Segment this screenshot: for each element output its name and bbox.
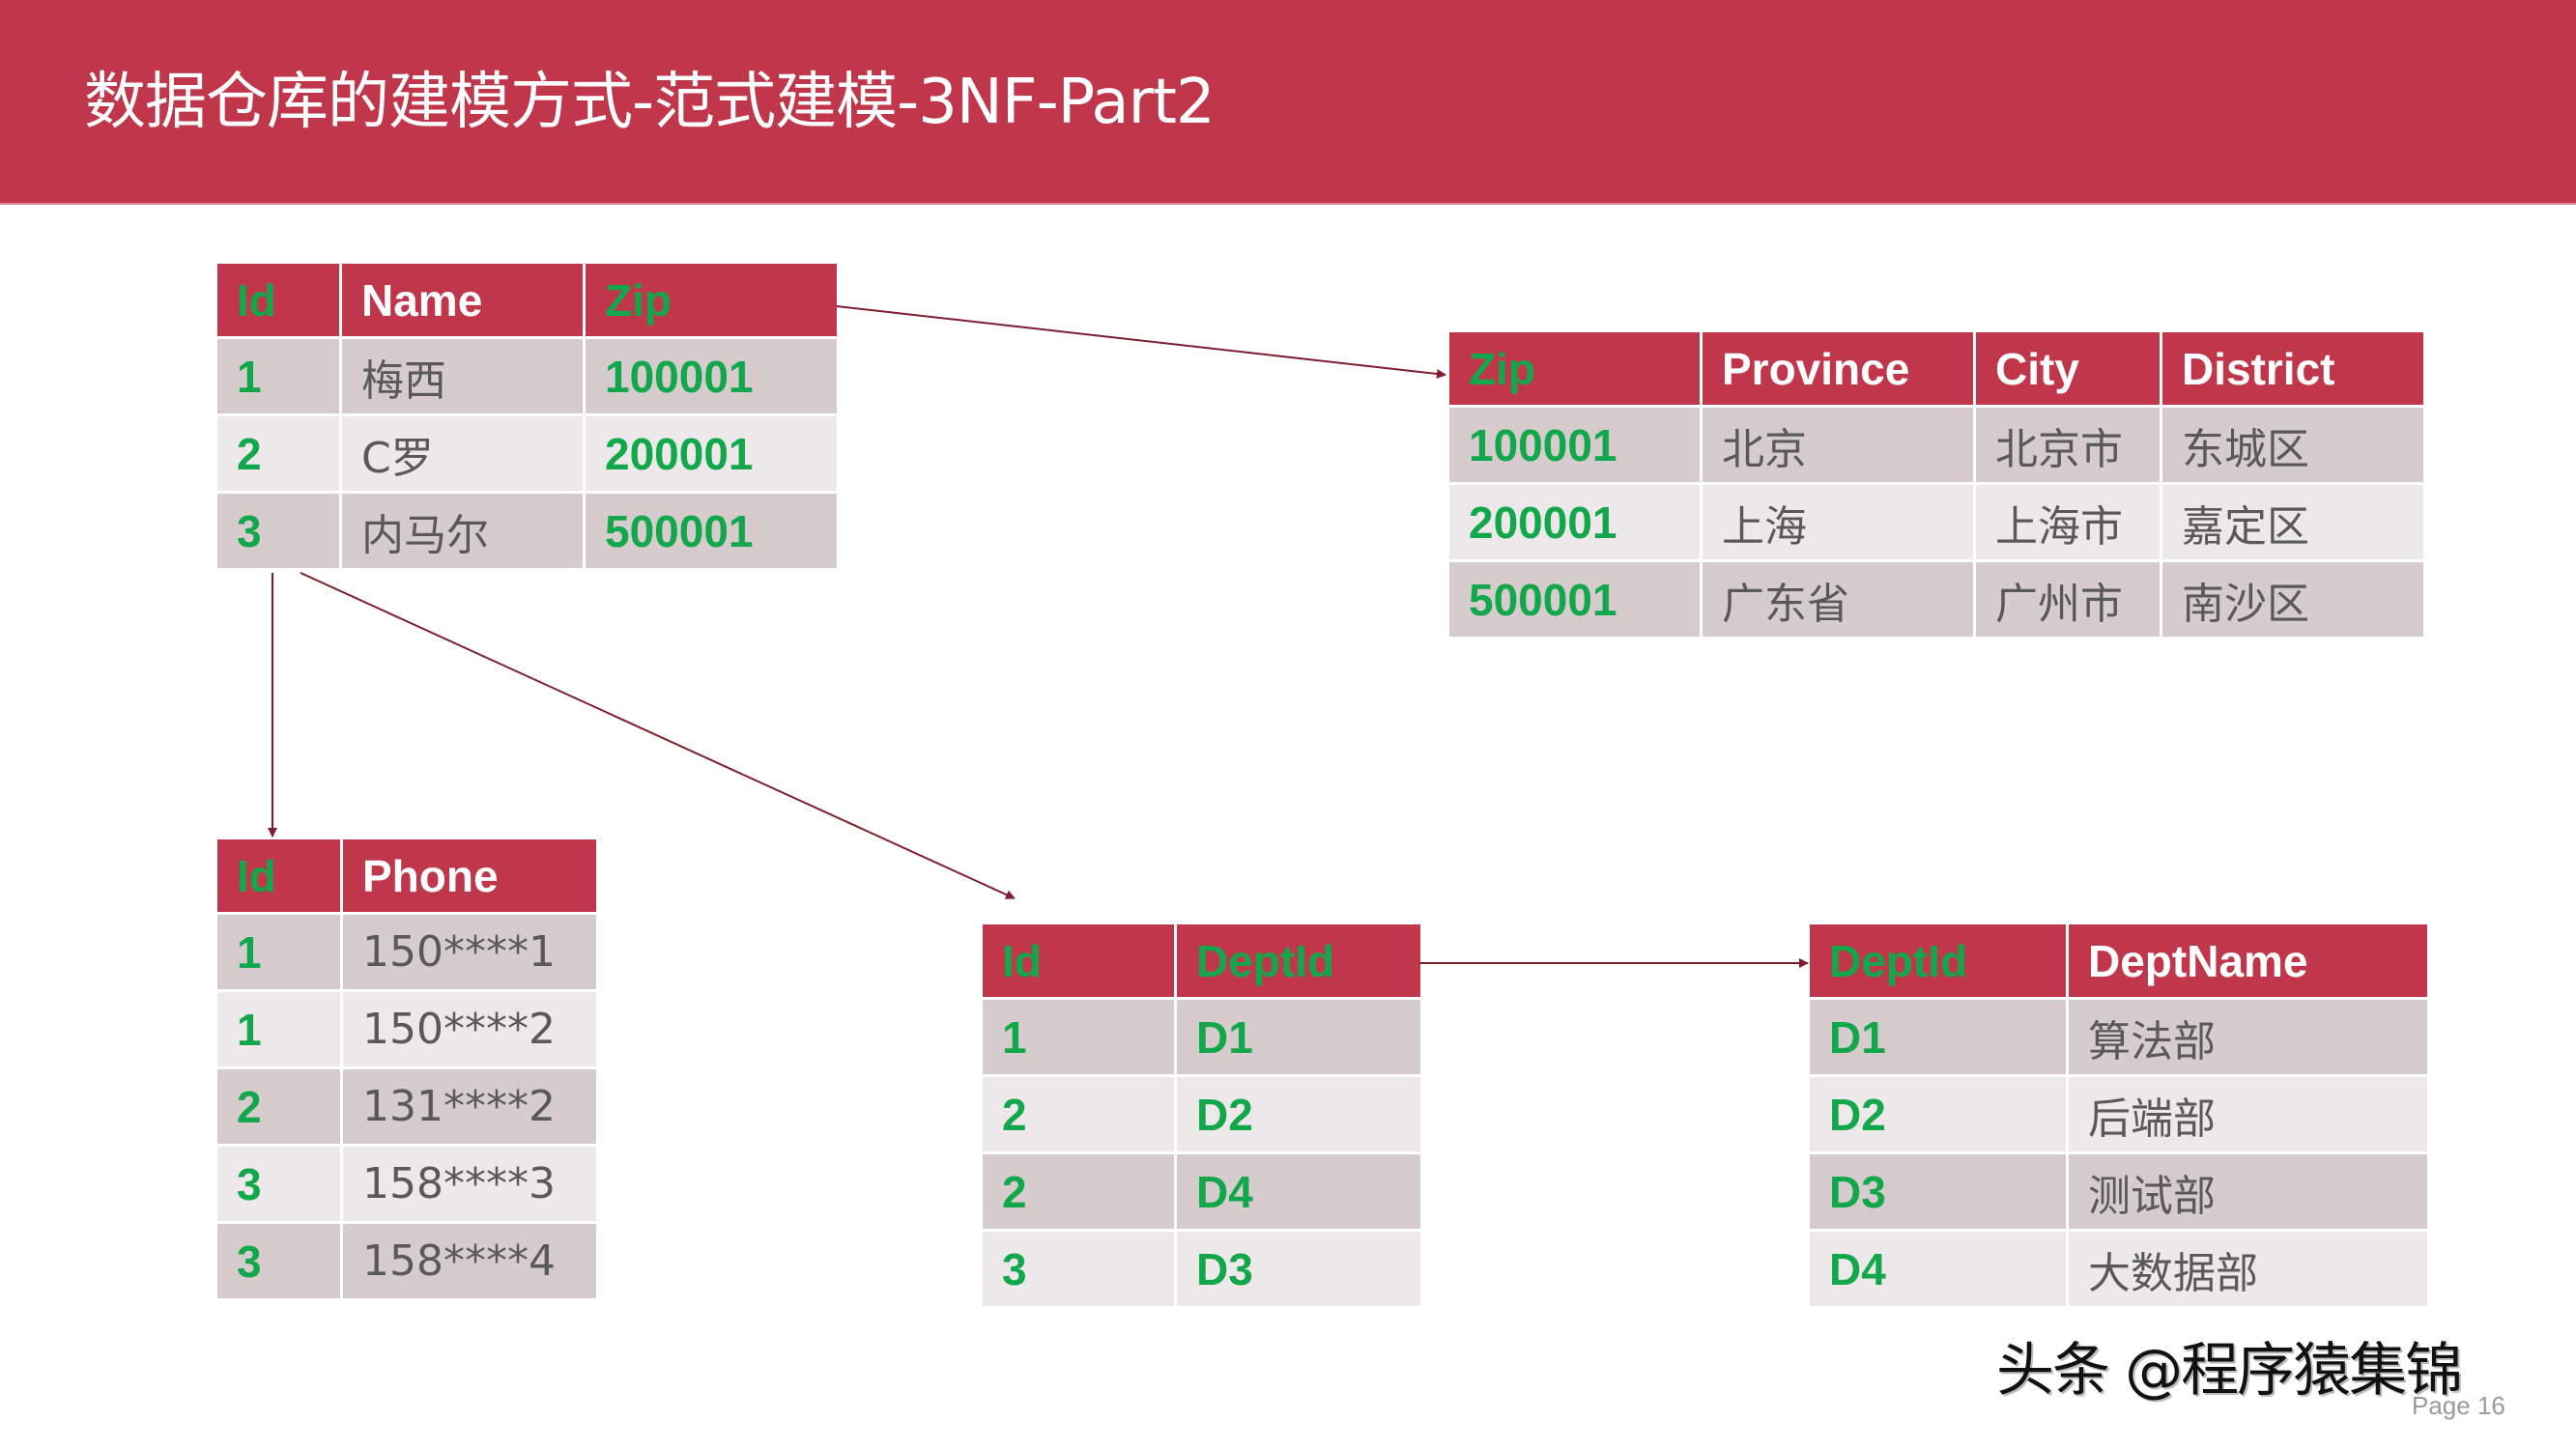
- cell-province: 广东省: [1703, 562, 1973, 637]
- cell-id: 2: [217, 1069, 340, 1144]
- table-row: 2 D2: [983, 1077, 1420, 1151]
- slide-title: 数据仓库的建模方式-范式建模-3NF-Part2: [84, 67, 1216, 138]
- table-row: D3 测试部: [1810, 1154, 2427, 1229]
- cell-id: 2: [217, 416, 339, 491]
- person-table: Id Name Zip 1 梅西 100001 2 C罗 200001 3 内马尔 500001: [215, 261, 840, 571]
- title-banner: 数据仓库的建模方式-范式建模-3NF-Part2: [0, 0, 2576, 205]
- page-number: Page 16: [2412, 1391, 2505, 1420]
- table-header-row: DeptId DeptName: [1810, 924, 2427, 997]
- column-header-district: District: [2162, 332, 2423, 405]
- table-header-row: Id DeptId: [983, 924, 1420, 997]
- watermark: 头条 @程序猿集锦: [1996, 1337, 2463, 1405]
- cell-district: 南沙区: [2162, 562, 2423, 637]
- column-header-province: Province: [1703, 332, 1973, 405]
- cell-id: 1: [217, 992, 340, 1066]
- table-row: 2 D4: [983, 1154, 1420, 1229]
- table-row: 500001 广东省 广州市 南沙区: [1449, 562, 2423, 637]
- cell-province: 上海: [1703, 485, 1973, 559]
- column-header-deptid: DeptId: [1177, 924, 1420, 997]
- table-row: 2 C罗 200001: [217, 416, 837, 491]
- cell-city: 北京市: [1976, 408, 2160, 482]
- table-row: 1 梅西 100001: [217, 339, 837, 413]
- table-header-row: Id Phone: [217, 839, 596, 912]
- cell-deptid: D1: [1810, 1000, 2066, 1074]
- table-row: 3 158****4: [217, 1224, 596, 1298]
- column-header-name: Name: [342, 264, 583, 336]
- cell-id: 3: [217, 494, 339, 568]
- cell-phone: 150****2: [343, 992, 596, 1066]
- table-row: 200001 上海 上海市 嘉定区: [1449, 485, 2423, 559]
- cell-zip: 100001: [586, 339, 837, 413]
- cell-deptid: D3: [1177, 1232, 1420, 1306]
- table-row: 1 D1: [983, 1000, 1420, 1074]
- cell-name: 内马尔: [342, 494, 583, 568]
- cell-province: 北京: [1703, 408, 1973, 482]
- cell-phone: 158****4: [343, 1224, 596, 1298]
- table-row: 100001 北京 北京市 东城区: [1449, 408, 2423, 482]
- cell-deptid: D4: [1177, 1154, 1420, 1229]
- table-row: D4 大数据部: [1810, 1232, 2427, 1306]
- cell-deptname: 测试部: [2069, 1154, 2427, 1229]
- table-row: 2 131****2: [217, 1069, 596, 1144]
- cell-deptname: 大数据部: [2069, 1232, 2427, 1306]
- cell-zip: 200001: [586, 416, 837, 491]
- table-row: 3 D3: [983, 1232, 1420, 1306]
- cell-deptid: D4: [1810, 1232, 2066, 1306]
- cell-id: 1: [217, 915, 340, 989]
- cell-zip: 200001: [1449, 485, 1700, 559]
- zip-table: Zip Province City District 100001 北京 北京市 东城区 20…: [1446, 329, 2426, 639]
- cell-deptid: D2: [1177, 1077, 1420, 1151]
- cell-deptname: 后端部: [2069, 1077, 2427, 1151]
- cell-phone: 150****1: [343, 915, 596, 989]
- table-row: 1 150****2: [217, 992, 596, 1066]
- column-header-deptid: DeptId: [1810, 924, 2066, 997]
- table-row: 3 内马尔 500001: [217, 494, 837, 568]
- cell-name: C罗: [342, 416, 583, 491]
- cell-id: 1: [217, 339, 339, 413]
- cell-id: 3: [217, 1147, 340, 1221]
- cell-city: 广州市: [1976, 562, 2160, 637]
- table-row: D2 后端部: [1810, 1077, 2427, 1151]
- column-header-id: Id: [983, 924, 1174, 997]
- column-header-id: Id: [217, 264, 339, 336]
- table-row: 3 158****3: [217, 1147, 596, 1221]
- cell-deptname: 算法部: [2069, 1000, 2427, 1074]
- column-header-city: City: [1976, 332, 2160, 405]
- cell-district: 嘉定区: [2162, 485, 2423, 559]
- dept-table: DeptId DeptName D1 算法部 D2 后端部 D3 测试部 D4 大数据部: [1807, 922, 2430, 1309]
- table-row: D1 算法部: [1810, 1000, 2427, 1074]
- cell-id: 2: [983, 1154, 1174, 1229]
- cell-id: 3: [983, 1232, 1174, 1306]
- phone-table: Id Phone 1 150****1 1 150****2 2 131****2 3 158*…: [215, 837, 599, 1301]
- column-header-zip: Zip: [1449, 332, 1700, 405]
- cell-zip: 100001: [1449, 408, 1700, 482]
- column-header-deptname: DeptName: [2069, 924, 2427, 997]
- column-header-id: Id: [217, 839, 340, 912]
- cell-id: 1: [983, 1000, 1174, 1074]
- cell-id: 3: [217, 1224, 340, 1298]
- cell-zip: 500001: [1449, 562, 1700, 637]
- cell-phone: 158****3: [343, 1147, 596, 1221]
- arrow-person-zip-to-zip-table: [836, 305, 1446, 379]
- cell-zip: 500001: [586, 494, 837, 568]
- cell-deptid: D2: [1810, 1077, 2066, 1151]
- column-header-phone: Phone: [343, 839, 596, 912]
- cell-id: 2: [983, 1077, 1174, 1151]
- cell-deptid: D3: [1810, 1154, 2066, 1229]
- cell-deptid: D1: [1177, 1000, 1420, 1074]
- table-header-row: Zip Province City District: [1449, 332, 2423, 405]
- cell-district: 东城区: [2162, 408, 2423, 482]
- cell-phone: 131****2: [343, 1069, 596, 1144]
- column-header-zip: Zip: [586, 264, 837, 336]
- cell-city: 上海市: [1976, 485, 2160, 559]
- table-row: 1 150****1: [217, 915, 596, 989]
- person-dept-table: Id DeptId 1 D1 2 D2 2 D4 3 D3: [980, 922, 1423, 1309]
- table-header-row: Id Name Zip: [217, 264, 837, 336]
- cell-name: 梅西: [342, 339, 583, 413]
